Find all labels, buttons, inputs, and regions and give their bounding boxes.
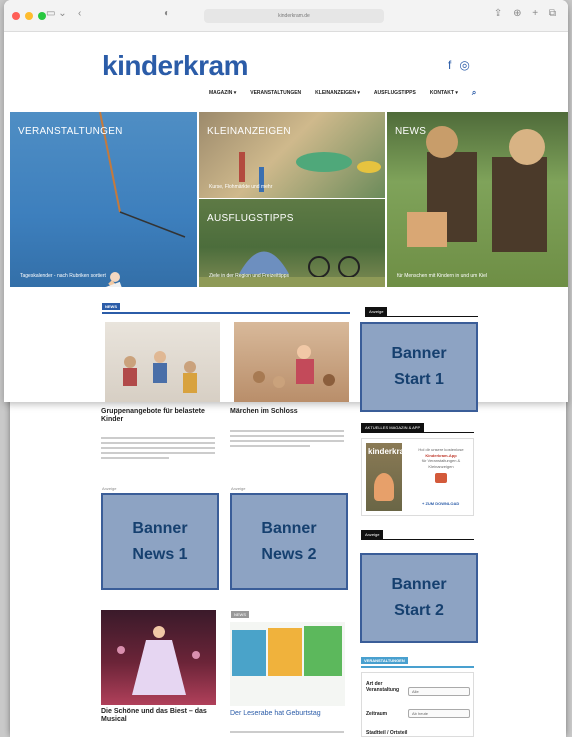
app-promo: Hol dir unsere kostenlose Kinderkram-App…	[410, 447, 472, 487]
news-card-excerpt-4	[230, 731, 344, 736]
filter-label-district: Stadtteil / Ortsteil	[366, 730, 408, 736]
event-filter-box: Art der Veranstaltung Alle Zeitraum Ab h…	[361, 672, 474, 737]
tile-caption: Tageskalender - nach Rubriken sortiert	[20, 273, 106, 279]
facebook-icon[interactable]: f	[448, 58, 451, 72]
banner-start-1[interactable]: Banner Start 1	[360, 322, 478, 412]
app-store-icon[interactable]	[435, 473, 447, 484]
toolbar-icons[interactable]: ⇪ ⊕ + ⧉	[494, 8, 560, 19]
sidebar-ad-tab-2: Anzeige	[361, 530, 384, 539]
news-card-title-3[interactable]: Die Schöne und das Biest – das Musical	[101, 708, 219, 725]
news-card-image-4[interactable]	[230, 622, 345, 706]
main-navigation: MAGAZIN ▾ VERANSTALTUNGEN KLEINANZEIGEN …	[209, 88, 476, 98]
filter-label-type: Art der Veranstaltung	[366, 681, 400, 693]
sidebar-toggle-icon[interactable]: ▭ ⌄	[46, 8, 67, 19]
photo-book-covers	[232, 626, 342, 676]
nav-item-kontakt[interactable]: KONTAKT ▾	[430, 90, 458, 96]
address-bar[interactable]: kinderkram.de	[204, 9, 384, 23]
magazine-cover[interactable]: kinderkram	[366, 443, 411, 511]
photo-children-group	[123, 351, 197, 393]
filter-section-line	[361, 666, 474, 668]
filter-section-tab: VERANSTALTUNGEN	[361, 657, 408, 664]
tile-photo-girl-swing	[99, 112, 186, 287]
news-card-title-4[interactable]: Der Leserabe hat Geburtstag	[230, 710, 348, 718]
privacy-shield-icon[interactable]: ◐	[164, 8, 170, 19]
photo-fairytale-castle	[253, 345, 335, 388]
app-promo-text: Hol dir unsere kostenlose	[418, 447, 464, 452]
filter-select-period[interactable]: Ab heute	[408, 709, 470, 718]
close-window-icon[interactable]	[12, 12, 20, 20]
sidebar-ad-tab: Anzeige	[365, 307, 388, 316]
window-controls	[12, 12, 46, 20]
ad-label-news-1: Anzeige	[102, 486, 117, 491]
tile-caption: Ziele in der Region und Freizeittipps	[209, 273, 290, 279]
sidebar-ad-line	[365, 316, 478, 317]
nav-item-magazin[interactable]: MAGAZIN ▾	[209, 90, 236, 96]
banner-news-1[interactable]: Banner News 1	[101, 493, 219, 590]
magazine-section-line	[361, 432, 474, 433]
tile-label: KLEINANZEIGEN	[207, 126, 291, 137]
news-card-image-1[interactable]	[105, 322, 220, 402]
nav-item-veranstaltungen[interactable]: VERANSTALTUNGEN	[250, 90, 301, 96]
tile-ausflugstipps[interactable]: AUSFLUGSTIPPS Ziele in der Region und Fr…	[199, 199, 385, 287]
news-section-tab: NEWS	[102, 303, 120, 310]
app-promo-sub: für Veranstaltungen & Kleinanzeigen	[421, 458, 461, 469]
social-links: f ◎	[448, 58, 470, 72]
tile-label: VERANSTALTUNGEN	[18, 126, 123, 137]
filter-select-type[interactable]: Alle	[408, 687, 470, 696]
sidebar-ad-line-2	[361, 539, 474, 540]
tile-label: AUSFLUGSTIPPS	[207, 213, 294, 224]
nav-item-kleinanzeigen[interactable]: KLEINANZEIGEN ▾	[315, 90, 360, 96]
zoom-window-icon[interactable]	[38, 12, 46, 20]
browser-titlebar: ▭ ⌄ ‹ ◐ kinderkram.de ⇪ ⊕ + ⧉	[4, 0, 568, 32]
download-link[interactable]: + ZUM DOWNLOAD	[422, 501, 459, 506]
site-logo[interactable]: kinderkram	[102, 50, 248, 82]
news-card-image-2[interactable]	[234, 322, 349, 402]
ad-label-news-2: Anzeige	[231, 486, 246, 491]
news-card-excerpt-2	[230, 430, 344, 450]
news-section-line	[102, 312, 350, 314]
tile-photo-kids-chairs	[407, 126, 547, 252]
magazine-cover-logo: kinderkram	[368, 447, 412, 456]
tile-veranstaltungen[interactable]: VERANSTALTUNGEN Tageskalender - nach Rub…	[10, 112, 197, 287]
magazine-box: kinderkram Hol dir unsere kostenlose Kin…	[361, 438, 474, 516]
filter-label-period: Zeitraum	[366, 711, 388, 717]
nav-item-ausflugstipps[interactable]: AUSFLUGSTIPPS	[374, 90, 416, 96]
search-icon[interactable]: ⌕	[472, 88, 476, 98]
news-card-title-1[interactable]: Gruppenangebote für belastete Kinder	[101, 408, 219, 425]
tile-kleinanzeigen[interactable]: KLEINANZEIGEN Kurse, Flohmärkte und mehr	[199, 112, 385, 198]
tile-label: NEWS	[395, 126, 427, 137]
tile-news[interactable]: NEWS für Menschen mit Kindern in und um …	[387, 112, 568, 287]
news-tag: NEWS	[231, 611, 249, 618]
tile-caption: für Menschen mit Kindern in und um Kiel	[397, 273, 488, 279]
banner-news-2[interactable]: Banner News 2	[230, 493, 348, 590]
news-card-image-3[interactable]	[101, 610, 216, 705]
back-icon[interactable]: ‹	[78, 8, 81, 19]
news-card-title-2[interactable]: Märchen im Schloss	[230, 408, 348, 416]
magazine-section-tab: AKTUELLES MAGAZIN & APP	[361, 423, 425, 432]
minimize-window-icon[interactable]	[25, 12, 33, 20]
instagram-icon[interactable]: ◎	[459, 58, 469, 72]
photo-musical-stage	[117, 626, 200, 695]
tile-caption: Kurse, Flohmärkte und mehr	[209, 184, 273, 190]
browser-window: ▭ ⌄ ‹ ◐ kinderkram.de ⇪ ⊕ + ⧉ kinderkram…	[4, 0, 568, 402]
news-card-excerpt-1	[101, 437, 215, 462]
banner-start-2[interactable]: Banner Start 2	[360, 553, 478, 643]
